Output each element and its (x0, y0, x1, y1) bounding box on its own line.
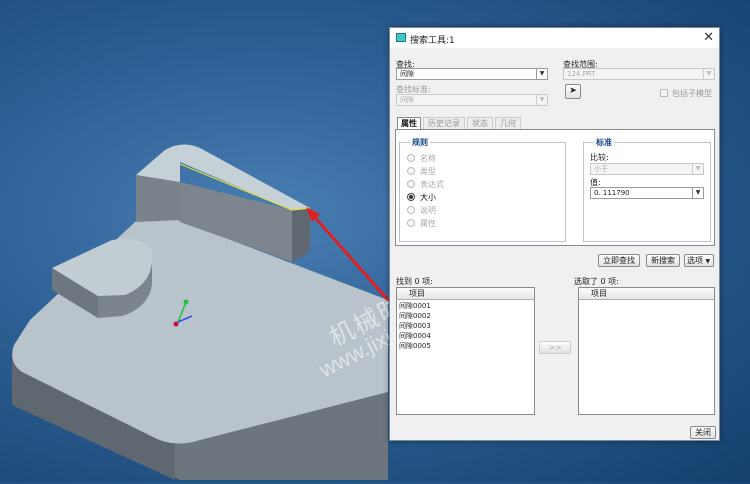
rules-title: 规则 (410, 137, 430, 148)
value-text: 0. 111790 (594, 189, 630, 197)
boss-left-side (136, 175, 180, 222)
chevron-down-icon: ▼ (536, 95, 547, 105)
dialog-titlebar[interactable]: 搜索工具:1 ✕ (390, 28, 719, 48)
rule-label-type: 类型 (420, 167, 436, 176)
tab-history[interactable]: 历史记录 (423, 117, 465, 129)
rule-radio-description[interactable] (407, 206, 415, 214)
rule-radio-expression[interactable] (407, 180, 415, 188)
criteria-title: 标准 (594, 137, 614, 148)
scope-select[interactable]: 124.PRT ▼ (563, 68, 715, 80)
scope-value: 124.PRT (567, 70, 596, 78)
rule-radio-type[interactable] (407, 167, 415, 175)
rule-radio-size[interactable] (407, 193, 415, 201)
rule-radio-attribute[interactable] (407, 219, 415, 227)
found-count-label: 找到 0 项: (396, 277, 433, 286)
close-icon[interactable]: ✕ (703, 30, 714, 45)
compare-label: 比较: (590, 153, 609, 162)
compare-value: 小于 (594, 165, 608, 173)
find-select[interactable]: 间隙 ▼ (396, 68, 548, 80)
selected-items-list[interactable]: 项目 (578, 287, 715, 415)
found-items-list[interactable]: 项目 间隙0001 间隙0002 间隙0003 间隙0004 间隙0005 (396, 287, 535, 415)
search-tool-dialog: 搜索工具:1 ✕ 查找: 间隙 ▼ 查找范围: 124.PRT ▼ 查找标准: … (389, 27, 720, 441)
find-value: 间隙 (400, 70, 414, 78)
list-item[interactable]: 间隙0005 (399, 342, 431, 351)
transfer-button[interactable]: >> (539, 341, 571, 354)
origin-icon (173, 321, 179, 327)
include-submodels-checkbox[interactable] (660, 89, 668, 97)
options-label: 选项 (687, 256, 703, 265)
rule-label-attribute: 属性 (420, 219, 436, 228)
chevron-down-icon: ▼ (692, 164, 703, 174)
rule-label-name: 名称 (420, 154, 436, 163)
boss-right-side (292, 208, 310, 262)
rule-label-expression: 表达式 (420, 180, 444, 189)
rule-label-description: 说明 (420, 206, 436, 215)
selected-list-header[interactable]: 项目 (579, 288, 714, 300)
attributes-panel: 规则 名称 类型 表达式 大小 说明 属性 标准 比较: 小于 ▼ 值: 0. … (395, 129, 715, 246)
pick-cursor-button[interactable]: ➤ (565, 84, 581, 99)
find-now-button[interactable]: 立即查找 (598, 254, 640, 267)
rule-radio-name[interactable] (407, 154, 415, 162)
chevron-down-icon: ▼ (705, 258, 711, 265)
tab-status[interactable]: 状态 (467, 117, 493, 129)
new-search-button[interactable]: 新搜索 (646, 254, 680, 267)
rules-group: 规则 名称 类型 表达式 大小 说明 属性 (399, 137, 566, 242)
compare-select[interactable]: 小于 ▼ (590, 163, 704, 175)
list-item[interactable]: 间隙0004 (399, 332, 431, 341)
close-button[interactable]: 关闭 (690, 426, 716, 439)
list-item[interactable]: 间隙0001 (399, 302, 431, 311)
criteria-group: 标准 比较: 小于 ▼ 值: 0. 111790 ▼ (583, 137, 711, 242)
list-item[interactable]: 间隙0003 (399, 322, 431, 331)
list-item[interactable]: 间隙0002 (399, 312, 431, 321)
selected-count-label: 选取了 0 项: (574, 277, 619, 286)
include-submodels-label: 包括子模型 (672, 89, 712, 98)
chevron-down-icon: ▼ (692, 188, 703, 198)
criteria-select[interactable]: 间隙 ▼ (396, 94, 548, 106)
tab-geometry[interactable]: 几何 (495, 117, 521, 129)
found-list-header[interactable]: 项目 (397, 288, 534, 300)
chevron-down-icon: ▼ (536, 69, 547, 79)
chevron-down-icon: ▼ (703, 69, 714, 79)
options-button[interactable]: 选项 ▼ (684, 254, 714, 267)
app-icon (396, 33, 406, 42)
rule-label-size: 大小 (420, 193, 436, 202)
value-input[interactable]: 0. 111790 ▼ (590, 187, 704, 199)
dialog-title: 搜索工具:1 (410, 36, 455, 46)
criteria-value: 间隙 (400, 96, 414, 104)
cursor-arrow-icon: ➤ (569, 86, 577, 96)
